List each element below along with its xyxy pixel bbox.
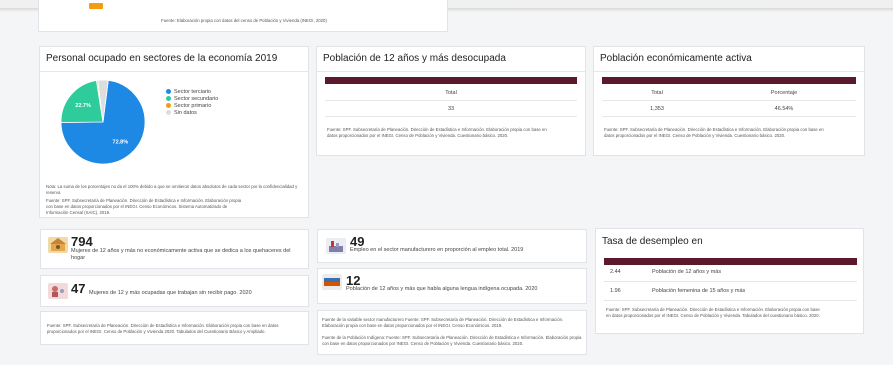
stat-description: Mujeres de 12 y más ocupadas que trabaja… <box>89 290 252 296</box>
unemployed-source: Fuente: SPF. Subsecretaría de Planeación… <box>327 127 547 138</box>
table-value: 46.54% <box>774 106 794 112</box>
legend-label: Sector primario <box>174 103 212 109</box>
panel-title: Población de 12 años y más desocupada <box>323 53 506 64</box>
legend-swatch <box>166 89 171 95</box>
panel-title: Tasa de desempleo en <box>602 236 703 247</box>
legend-label: Sector terciario <box>174 89 211 95</box>
bar-fragment <box>89 3 103 9</box>
indigenous-source: Fuente de la Población Indígena: Fuente:… <box>322 335 582 346</box>
economy-sectors-panel: Personal ocupado en sectores de la econo… <box>39 46 309 218</box>
top-source-text: Fuente: Elaboración propia con datos del… <box>161 18 327 23</box>
unemployed-panel: Población de 12 años y más desocupada To… <box>316 46 586 156</box>
pie-data-label: 22.7% <box>75 103 91 109</box>
women-stats-source: Fuente: SPF. Subsecretaría de Planeación… <box>47 323 279 334</box>
legend-swatch <box>166 96 171 102</box>
row-divider <box>602 100 856 101</box>
rate-label: Población femenina de 15 años y más <box>652 288 746 294</box>
panel-title: Personal ocupado en sectores de la econo… <box>46 53 278 64</box>
stat-number: 47 <box>71 281 86 296</box>
source-card: Fuente de la variable sector manufacture… <box>317 310 587 355</box>
rate-value: 2.44 <box>610 269 621 275</box>
factory-icon <box>326 238 346 254</box>
legend-label: Sector secundario <box>174 96 219 102</box>
title-divider <box>594 71 864 72</box>
pie-source: Fuente: SPF. Subsecretaría de Planeación… <box>46 198 242 215</box>
rate-label: Población de 12 años y más <box>652 269 722 275</box>
top-source-card: Fuente: Elaboración propia con datos del… <box>38 0 448 32</box>
stat-card: 49 Empleo en el sector manufacturero en … <box>317 229 587 263</box>
pie-slice-sector-secundario <box>60 80 104 123</box>
row-divider <box>604 281 857 282</box>
legend-swatch <box>166 103 171 109</box>
stat-description: Población de 12 años y más que habla alg… <box>346 286 538 292</box>
row-divider <box>604 300 857 301</box>
stat-number: 794 <box>71 234 93 249</box>
pie-note: Nota: La suma de los porcentajes no da e… <box>46 184 298 195</box>
table-header: Porcentaje <box>770 90 798 96</box>
stat-description: Empleo en el sector manufacturero en pro… <box>350 247 524 253</box>
pie-chart: 72.8% 22.7% <box>60 79 146 165</box>
table-header-bar <box>604 258 857 265</box>
table-value: 1,353 <box>650 106 664 112</box>
row-divider <box>325 116 577 117</box>
rate-value: 1.96 <box>610 288 621 294</box>
stat-card: 12 Población de 12 años y más que habla … <box>317 268 587 304</box>
legend-label: Sin datos <box>174 110 197 116</box>
manufacturing-source: Fuente de la variable sector manufacture… <box>322 317 564 328</box>
legend-swatch <box>166 110 171 116</box>
table-value: 33 <box>447 106 455 112</box>
pie-data-label: 72.8% <box>113 139 129 145</box>
active-population-panel: Población económicamente activa Total Po… <box>593 46 865 156</box>
table-header-bar <box>602 77 856 84</box>
active-population-source: Fuente: SPF. Subsecretaría de Planeación… <box>604 127 824 138</box>
legend-item: Sector primario <box>166 103 218 110</box>
title-divider <box>40 71 308 72</box>
row-divider <box>602 116 856 117</box>
stat-description: Mujeres de 12 años y más no económicamen… <box>71 248 291 261</box>
stat-card: 47 Mujeres de 12 y más ocupadas que trab… <box>40 275 309 307</box>
title-divider <box>317 71 585 72</box>
legend-item: Sin datos <box>166 110 218 117</box>
employment-stats-panel: 49 Empleo en el sector manufacturero en … <box>317 229 587 355</box>
source-card: Fuente: SPF. Subsecretaría de Planeación… <box>40 311 309 345</box>
table-header-bar <box>325 77 577 84</box>
pie-legend: Sector terciario Sector secundario Secto… <box>166 89 218 117</box>
legend-item: Sector terciario <box>166 89 218 96</box>
table-header: Total <box>445 90 457 96</box>
panel-title: Población económicamente activa <box>600 53 752 64</box>
legend-item: Sector secundario <box>166 96 218 103</box>
unemployment-rate-panel: Tasa de desempleo en 2.44 Población de 1… <box>595 228 864 334</box>
women-stats-panel: 794 Mujeres de 12 años y más no económic… <box>40 229 309 345</box>
household-icon <box>48 237 68 253</box>
unemployment-rate-source: Fuente: SPF. Subsecretaría de Planeación… <box>606 307 820 318</box>
row-divider <box>325 100 577 101</box>
stat-card: 794 Mujeres de 12 años y más no económic… <box>40 229 309 269</box>
indigenous-language-icon <box>322 274 342 290</box>
worker-icon <box>48 283 68 299</box>
table-header: Total <box>651 90 663 96</box>
